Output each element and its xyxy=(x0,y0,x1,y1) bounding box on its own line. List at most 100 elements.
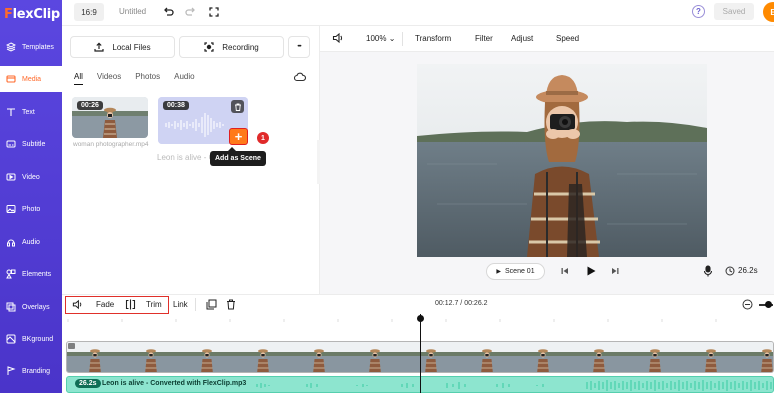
zoom-slider-handle[interactable] xyxy=(765,301,772,308)
audio-volume-icon[interactable] xyxy=(72,299,83,312)
zoom-out-icon[interactable] xyxy=(742,299,753,312)
media-item-name: Leon is alive - C xyxy=(157,153,215,162)
tab-photos[interactable]: Photos xyxy=(135,72,160,85)
audio-track-title: Leon is alive - Converted with FlexClip.… xyxy=(102,380,247,387)
sidebar-item-label: BKground xyxy=(22,335,54,343)
zoom-value: 100% xyxy=(366,34,387,43)
sidebar-item-label: Photo xyxy=(22,205,41,213)
branding-icon xyxy=(6,366,16,376)
next-scene-icon[interactable] xyxy=(610,266,620,278)
sidebar-item-text[interactable]: Text xyxy=(0,99,62,125)
local-files-button[interactable]: Local Files xyxy=(70,36,175,58)
playhead[interactable] xyxy=(420,314,421,393)
sidebar-item-label: Audio xyxy=(22,238,40,246)
media-tabs: All Videos Photos Audio xyxy=(74,72,209,85)
export-button[interactable]: E xyxy=(763,2,774,22)
microphone-icon[interactable] xyxy=(703,265,713,279)
text-icon xyxy=(6,107,16,117)
sidebar-item-overlays[interactable]: Overlays xyxy=(0,294,62,320)
clock-icon xyxy=(725,266,735,278)
trim-button[interactable]: Trim xyxy=(146,300,162,309)
video-frame-image xyxy=(417,64,707,257)
duplicate-icon[interactable] xyxy=(206,299,217,312)
transform-button[interactable]: Transform xyxy=(415,34,451,43)
elements-icon xyxy=(6,269,16,279)
sidebar-item-label: Media xyxy=(22,75,42,83)
photo-icon xyxy=(6,204,16,214)
fade-button[interactable]: Fade xyxy=(96,300,114,309)
delete-icon[interactable] xyxy=(231,100,244,113)
preview-area: 100% ⌄ Transform Filter Adjust Speed ▶ S… xyxy=(320,26,774,294)
sidebar-item-subtitle[interactable]: Subtitle xyxy=(0,131,62,157)
recording-button[interactable]: Recording xyxy=(179,36,284,58)
divider xyxy=(195,298,196,311)
saved-status: Saved xyxy=(714,3,754,20)
preview-toolbar: 100% ⌄ Transform Filter Adjust Speed xyxy=(320,26,774,52)
background-icon xyxy=(6,334,16,344)
link-button[interactable]: Link xyxy=(173,300,188,309)
time-readout: 00:12.7 / 00:26.2 xyxy=(435,300,488,307)
record-icon xyxy=(204,42,214,52)
sidebar-item-label: Subtitle xyxy=(22,140,46,148)
redo-icon[interactable] xyxy=(183,5,197,19)
more-options-button[interactable]: ••• xyxy=(288,36,310,58)
scene-label: Scene 01 xyxy=(505,268,535,275)
sidebar-item-templates[interactable]: Templates xyxy=(0,34,62,60)
logo-mark: F xyxy=(4,6,13,22)
sidebar-item-elements[interactable]: Elements xyxy=(0,261,62,287)
add-as-scene-tooltip: Add as Scene xyxy=(210,147,266,166)
media-item-video[interactable]: 00:26 xyxy=(72,97,148,138)
media-icon xyxy=(6,74,16,84)
sidebar-item-label: Text xyxy=(22,108,35,116)
sidebar-item-media[interactable]: Media xyxy=(0,66,62,92)
sidebar-item-label: Templates xyxy=(22,43,54,51)
templates-icon xyxy=(6,42,16,52)
divider xyxy=(402,32,403,46)
tab-all[interactable]: All xyxy=(74,72,83,85)
add-as-scene-button[interactable]: + xyxy=(229,128,248,145)
overlays-icon xyxy=(6,302,16,312)
tab-videos[interactable]: Videos xyxy=(97,72,121,85)
recording-label: Recording xyxy=(222,42,259,52)
volume-icon[interactable] xyxy=(332,32,344,46)
app-logo: FlexClip xyxy=(0,0,62,28)
sidebar-item-photo[interactable]: Photo xyxy=(0,196,62,222)
sidebar-item-label: Branding xyxy=(22,367,51,375)
sidebar-item-video[interactable]: Video xyxy=(0,164,62,190)
logo-text: lexClip xyxy=(12,6,61,22)
filter-button[interactable]: Filter xyxy=(475,34,493,43)
undo-icon[interactable] xyxy=(162,5,176,19)
timeline: 26.2s Leon is alive - Converted with Fle… xyxy=(62,314,774,393)
video-preview[interactable] xyxy=(417,64,707,257)
sidebar-item-audio[interactable]: Audio xyxy=(0,229,62,255)
delete-icon[interactable] xyxy=(226,299,236,312)
previous-scene-icon[interactable] xyxy=(560,266,570,278)
play-small-icon: ▶ xyxy=(496,269,502,275)
fullscreen-icon[interactable] xyxy=(207,5,221,19)
sidebar-item-label: Overlays xyxy=(22,303,50,311)
duration-badge: 00:26 xyxy=(77,101,103,110)
sidebar-item-label: Elements xyxy=(22,270,52,278)
aspect-ratio-button[interactable]: 16:9 xyxy=(74,3,104,21)
tab-audio[interactable]: Audio xyxy=(174,72,194,85)
trim-icon xyxy=(125,299,136,312)
sidebar-item-label: Video xyxy=(22,173,40,181)
sidebar-item-branding[interactable]: Branding xyxy=(0,358,62,384)
scene-selector[interactable]: ▶ Scene 01 xyxy=(486,263,545,280)
audio-icon xyxy=(6,237,16,247)
cloud-icon[interactable] xyxy=(293,72,307,84)
adjust-button[interactable]: Adjust xyxy=(511,34,533,43)
chevron-down-icon: ⌄ xyxy=(386,34,396,43)
project-title[interactable]: Untitled xyxy=(119,7,146,16)
top-bar: 16:9 Untitled ? Saved E xyxy=(62,0,774,26)
video-icon xyxy=(6,172,16,182)
help-button[interactable]: ? xyxy=(692,5,705,18)
speed-button[interactable]: Speed xyxy=(556,34,579,43)
upload-icon xyxy=(94,42,104,52)
media-item-name: woman photographer.mp4 xyxy=(73,141,149,148)
local-files-label: Local Files xyxy=(112,42,151,52)
playback-controls: ▶ Scene 01 26.2s xyxy=(320,262,774,282)
play-icon[interactable] xyxy=(585,265,597,279)
sidebar-item-bkground[interactable]: BKground xyxy=(0,326,62,352)
zoom-dropdown[interactable]: 100% ⌄ xyxy=(366,34,395,43)
